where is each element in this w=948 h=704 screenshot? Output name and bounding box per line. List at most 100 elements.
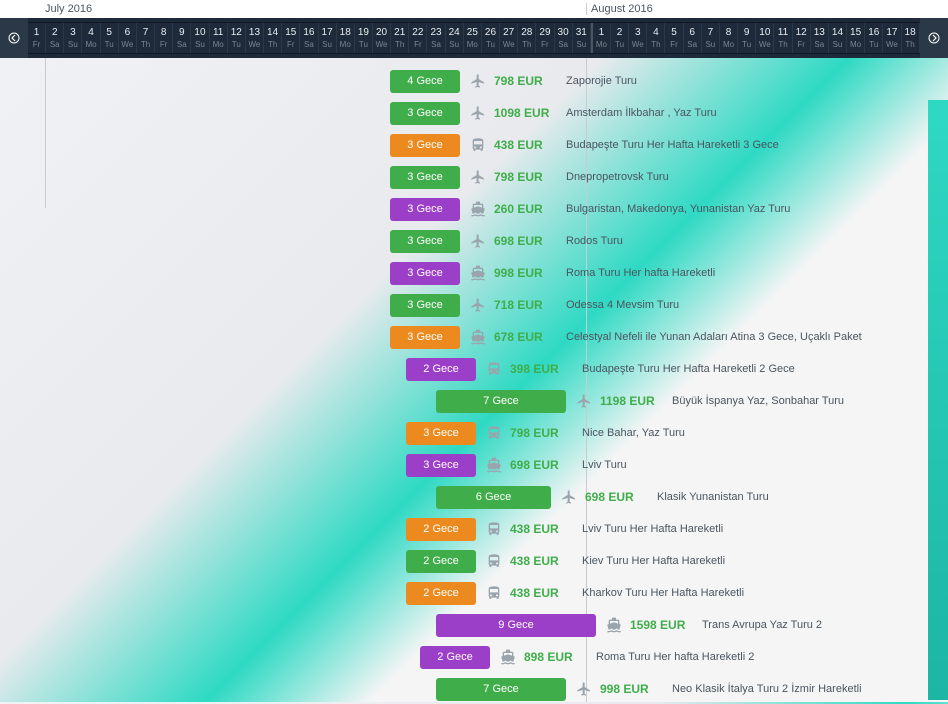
- day-number: 6: [119, 27, 136, 38]
- prev-button[interactable]: [0, 18, 28, 58]
- day-cell[interactable]: 7Th: [137, 23, 155, 53]
- day-cell[interactable]: 3We: [629, 23, 647, 53]
- tour-row[interactable]: 4 Gece798 EURZaporojie Turu: [0, 66, 948, 96]
- day-cell[interactable]: 9Tu: [738, 23, 756, 53]
- day-cell[interactable]: 10Su: [191, 23, 209, 53]
- day-cell[interactable]: 6 We: [119, 23, 137, 53]
- day-cell[interactable]: 5Fr: [665, 23, 683, 53]
- day-cell[interactable]: 27We: [500, 23, 518, 53]
- day-of-week: We: [119, 40, 136, 49]
- day-cell[interactable]: 24Su: [446, 23, 464, 53]
- day-cell[interactable]: 1Mo: [591, 23, 611, 53]
- day-cell[interactable]: 28Th: [518, 23, 536, 53]
- tour-row[interactable]: 3 Gece998 EURRoma Turu Her hafta Hareket…: [0, 258, 948, 288]
- day-cell[interactable]: 4Mo: [82, 23, 100, 53]
- day-cell[interactable]: 11Mo: [210, 23, 228, 53]
- tour-price: 718 EUR: [494, 298, 556, 312]
- tour-price: 998 EUR: [600, 682, 662, 696]
- day-cell[interactable]: 6Sa: [684, 23, 702, 53]
- day-cell[interactable]: 25Mo: [464, 23, 482, 53]
- day-of-week: Tu: [865, 40, 882, 49]
- tour-row[interactable]: 3 Gece438 EURBudapeşte Turu Her Hafta Ha…: [0, 130, 948, 160]
- tour-row[interactable]: 3 Gece698 EURRodos Turu: [0, 226, 948, 256]
- day-cell[interactable]: 18Th: [902, 23, 920, 53]
- next-button[interactable]: [920, 18, 948, 58]
- day-number: 9: [173, 27, 190, 38]
- tour-row[interactable]: 3 Gece718 EUROdessa 4 Mevsim Turu: [0, 290, 948, 320]
- day-cell[interactable]: 30Sa: [555, 23, 573, 53]
- day-of-week: Mo: [210, 40, 227, 49]
- tour-price: 398 EUR: [510, 362, 572, 376]
- day-cell[interactable]: 12Fr: [793, 23, 811, 53]
- tour-price: 798 EUR: [494, 170, 556, 184]
- tour-row[interactable]: 3 Gece698 EURLviv Turu: [0, 450, 948, 480]
- day-cell[interactable]: 31Su: [573, 23, 591, 53]
- tour-row[interactable]: 2 Gece438 EURKharkov Turu Her Hafta Hare…: [0, 578, 948, 608]
- ship-icon: [498, 647, 518, 667]
- day-cell[interactable]: 2Sa: [46, 23, 64, 53]
- days-strip[interactable]: 1Fr2Sa3Su4Mo5Tu6We7Th8Fr9Sa10Su11Mo12Tu1…: [28, 22, 920, 54]
- day-cell[interactable]: 13Sa: [811, 23, 829, 53]
- day-cell[interactable]: 17We: [883, 23, 901, 53]
- day-of-week: Fr: [155, 40, 172, 49]
- day-cell[interactable]: 12Tu: [228, 23, 246, 53]
- day-cell[interactable]: 21Th: [391, 23, 409, 53]
- day-of-week: Th: [391, 40, 408, 49]
- tour-row[interactable]: 3 Gece678 EURCelestyal Nefeli ile Yunan …: [0, 322, 948, 352]
- day-of-week: Tu: [482, 40, 499, 49]
- day-cell[interactable]: 8Mo: [720, 23, 738, 53]
- nights-badge: 7 Gece: [436, 678, 566, 701]
- day-number: 27: [500, 27, 517, 38]
- day-number: 14: [264, 27, 281, 38]
- tour-row[interactable]: 3 Gece1098 EURAmsterdam İlkbahar , Yaz T…: [0, 98, 948, 128]
- tour-row[interactable]: 3 Gece260 EURBulgaristan, Makedonya, Yun…: [0, 194, 948, 224]
- day-cell[interactable]: 9Sa: [173, 23, 191, 53]
- day-cell[interactable]: 19Tu: [355, 23, 373, 53]
- tour-row[interactable]: 2 Gece438 EURLviv Turu Her Hafta Hareket…: [0, 514, 948, 544]
- tour-row[interactable]: 6 Gece698 EURKlasik Yunanistan Turu: [0, 482, 948, 512]
- day-cell[interactable]: 18Mo: [337, 23, 355, 53]
- day-cell[interactable]: 4Th: [647, 23, 665, 53]
- day-of-week: We: [246, 40, 263, 49]
- tour-price: 898 EUR: [524, 650, 586, 664]
- tour-row[interactable]: 3 Gece798 EURNice Bahar, Yaz Turu: [0, 418, 948, 448]
- day-cell[interactable]: 17Su: [319, 23, 337, 53]
- day-of-week: Su: [64, 40, 81, 49]
- day-cell[interactable]: 14Th: [264, 23, 282, 53]
- day-cell[interactable]: 11Th: [774, 23, 792, 53]
- day-cell[interactable]: 20We: [373, 23, 391, 53]
- day-cell[interactable]: 8Fr: [155, 23, 173, 53]
- day-cell[interactable]: 22Fr: [409, 23, 427, 53]
- day-number: 18: [337, 27, 354, 38]
- day-cell[interactable]: 1Fr: [28, 23, 46, 53]
- tour-row[interactable]: 3 Gece798 EURDnepropetrovsk Turu: [0, 162, 948, 192]
- day-cell[interactable]: 16Tu: [865, 23, 883, 53]
- day-cell[interactable]: 14Su: [829, 23, 847, 53]
- day-number: 23: [427, 27, 444, 38]
- tour-row[interactable]: 7 Gece998 EURNeo Klasik İtalya Turu 2 İz…: [0, 674, 948, 704]
- day-of-week: Tu: [611, 40, 628, 49]
- day-cell[interactable]: 5Tu: [101, 23, 119, 53]
- day-cell[interactable]: 26Tu: [482, 23, 500, 53]
- tour-row[interactable]: 2 Gece398 EURBudapeşte Turu Her Hafta Ha…: [0, 354, 948, 384]
- day-cell[interactable]: 15Mo: [847, 23, 865, 53]
- day-cell[interactable]: 23Sa: [427, 23, 445, 53]
- day-cell[interactable]: 13We: [246, 23, 264, 53]
- nights-badge: 7 Gece: [436, 390, 566, 413]
- tour-row[interactable]: 9 Gece1598 EURTrans Avrupa Yaz Turu 2: [0, 610, 948, 640]
- tour-row[interactable]: 2 Gece438 EURKiev Turu Her Hafta Hareket…: [0, 546, 948, 576]
- tour-name: Bulgaristan, Makedonya, Yunanistan Yaz T…: [566, 203, 790, 215]
- day-cell[interactable]: 10We: [756, 23, 774, 53]
- day-cell[interactable]: 3Su: [64, 23, 82, 53]
- nights-badge: 3 Gece: [390, 262, 460, 285]
- day-cell[interactable]: 16Sa: [300, 23, 318, 53]
- day-cell[interactable]: 2Tu: [611, 23, 629, 53]
- tour-price: 678 EUR: [494, 330, 556, 344]
- day-cell[interactable]: 7Su: [702, 23, 720, 53]
- day-cell[interactable]: 15Fr: [282, 23, 300, 53]
- tour-row[interactable]: 7 Gece1198 EURBüyük İspanya Yaz, Sonbaha…: [0, 386, 948, 416]
- plane-icon: [574, 391, 594, 411]
- day-cell[interactable]: 29Fr: [536, 23, 554, 53]
- tour-row[interactable]: 2 Gece898 EURRoma Turu Her hafta Hareket…: [0, 642, 948, 672]
- tour-price: 798 EUR: [510, 426, 572, 440]
